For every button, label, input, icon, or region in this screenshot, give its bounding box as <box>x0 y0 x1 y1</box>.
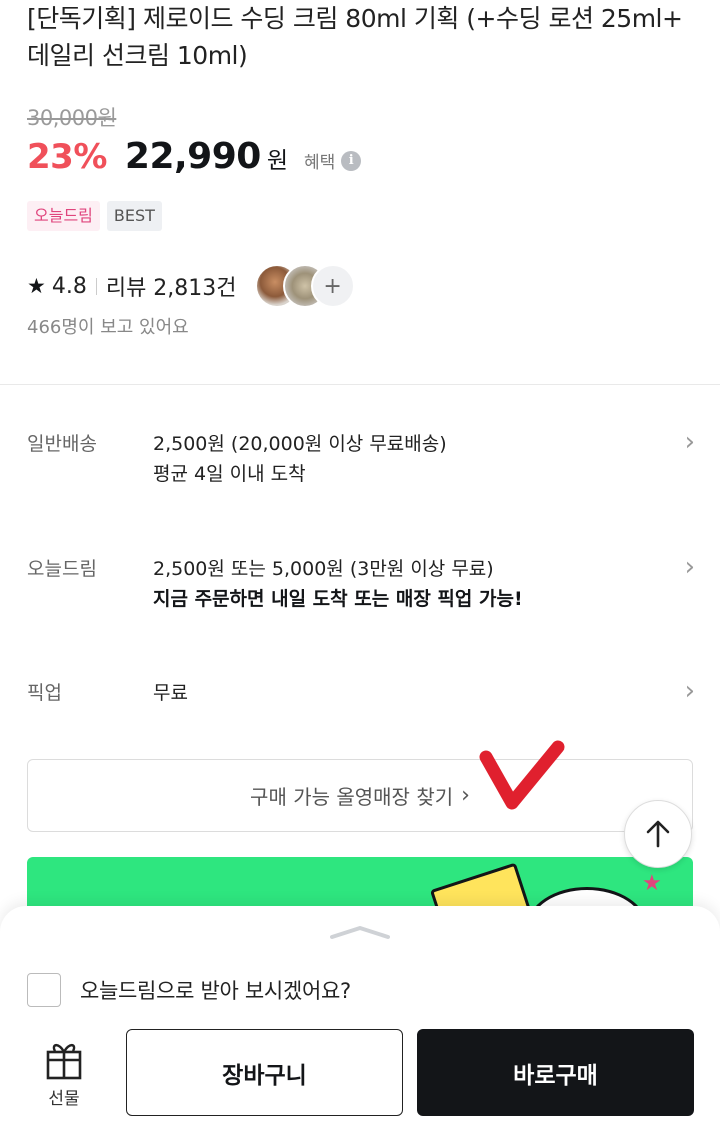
badge-best: BEST <box>106 201 162 231</box>
bottom-purchase-sheet: 오늘드림으로 받아 보시겠어요? 선물 장바구니 바로구매 <box>0 906 720 1138</box>
more-photos-icon[interactable]: + <box>310 264 355 308</box>
buy-now-button[interactable]: 바로구매 <box>417 1029 694 1116</box>
review-count[interactable]: 리뷰 2,813건 <box>106 270 237 302</box>
chevron-right-icon[interactable]: › <box>685 676 695 706</box>
shipping-eta: 지금 주문하면 내일 도착 또는 매장 픽업 가능! <box>153 588 523 610</box>
sale-price: 22,990 <box>124 136 261 177</box>
gift-icon <box>46 1043 82 1080</box>
gift-button[interactable]: 선물 <box>40 1040 88 1109</box>
chevron-right-icon: › <box>461 783 470 808</box>
today-delivery-checkbox[interactable] <box>27 973 61 1007</box>
shipping-row-pickup[interactable]: 픽업 무료 › <box>27 676 695 708</box>
chevron-right-icon[interactable]: › <box>685 427 695 457</box>
shipping-eta: 평균 4일 이내 도착 <box>153 463 306 485</box>
shipping-row-standard[interactable]: 일반배송 2,500원 (20,000원 이상 무료배송) 평균 4일 이내 도… <box>27 427 695 489</box>
sparkle-icon: ★ <box>642 871 662 896</box>
shipping-fee: 무료 <box>153 682 188 704</box>
star-icon: ★ <box>27 274 46 298</box>
today-delivery-label[interactable]: 오늘드림으로 받아 보시겠어요? <box>80 975 351 1005</box>
find-store-button[interactable]: 구매 가능 올영매장 찾기 › <box>27 759 693 832</box>
shipping-row-today[interactable]: 오늘드림 2,500원 또는 5,000원 (3만원 이상 무료) 지금 주문하… <box>27 552 695 614</box>
today-delivery-option[interactable]: 오늘드림으로 받아 보시겠어요? <box>27 973 351 1007</box>
shipping-label: 오늘드림 <box>27 558 97 580</box>
section-divider <box>0 384 720 385</box>
badge-list: 오늘드림 BEST <box>27 201 162 231</box>
add-to-cart-button[interactable]: 장바구니 <box>126 1029 403 1116</box>
rating-score: 4.8 <box>51 273 87 299</box>
review-photo-avatars[interactable]: + <box>254 264 355 308</box>
currency-unit: 원 <box>266 148 288 174</box>
shipping-fee: 2,500원 또는 5,000원 (3만원 이상 무료) <box>153 558 494 580</box>
shipping-label: 일반배송 <box>27 433 97 455</box>
sheet-handle-icon[interactable] <box>330 924 390 940</box>
rating-row[interactable]: ★ 4.8 리뷰 2,813건 + <box>27 264 355 308</box>
info-icon: i <box>341 150 362 171</box>
badge-today-delivery: 오늘드림 <box>27 201 100 231</box>
price-row: 23% 22,990 원 혜택 i <box>27 136 362 184</box>
find-store-label: 구매 가능 올영매장 찾기 <box>250 785 454 809</box>
benefit-label: 혜택 <box>303 153 336 173</box>
original-price: 30,000원 <box>27 106 117 130</box>
viewer-count: 466명이 보고 있어요 <box>27 317 189 338</box>
red-checkmark-annotation <box>479 740 565 810</box>
shipping-label: 픽업 <box>27 682 62 704</box>
chevron-right-icon[interactable]: › <box>685 552 695 582</box>
benefit-button[interactable]: 혜택 i <box>303 148 362 173</box>
product-title: [단독기획] 제로이드 수딩 크림 80ml 기획 (+수딩 로션 25ml+ … <box>27 4 683 70</box>
scroll-to-top-button[interactable] <box>624 800 692 868</box>
divider <box>95 277 97 295</box>
scroll-to-top-icon <box>646 820 670 848</box>
discount-rate: 23% <box>27 137 107 177</box>
gift-label: 선물 <box>48 1089 80 1109</box>
shipping-fee: 2,500원 (20,000원 이상 무료배송) <box>153 433 447 455</box>
